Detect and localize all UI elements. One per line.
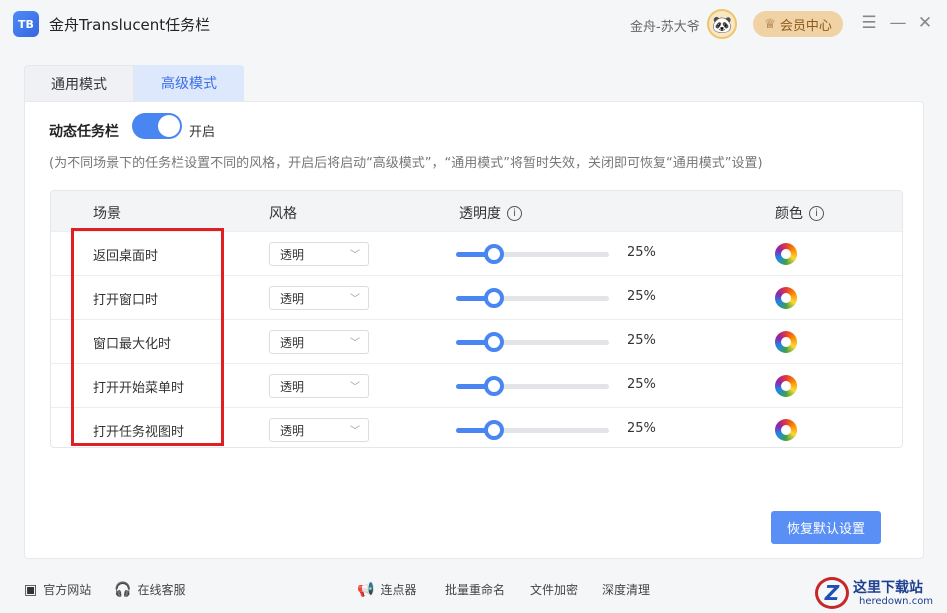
official-site-label: 官方网站 — [43, 583, 92, 597]
style-select[interactable]: 透明 ﹀ — [269, 330, 369, 354]
headset-icon: 🎧 — [114, 581, 132, 598]
online-service-link[interactable]: 🎧 在线客服 — [114, 581, 185, 598]
batch-rename-link[interactable]: 批量重命名 — [445, 581, 505, 598]
color-wheel-icon[interactable] — [775, 419, 797, 441]
clicker-label: 连点器 — [380, 583, 417, 597]
chevron-down-icon: ﹀ — [350, 338, 360, 349]
header-opacity: 透明度 i — [459, 203, 522, 223]
scene-highlight-box — [71, 228, 224, 446]
close-icon[interactable]: ✕ — [915, 13, 935, 33]
color-wheel-icon[interactable] — [775, 331, 797, 353]
opacity-value: 25% — [627, 333, 656, 348]
opacity-value: 25% — [627, 421, 656, 436]
toggle-knob — [158, 115, 180, 137]
style-select[interactable]: 透明 ﹀ — [269, 374, 369, 398]
tab-advanced-mode[interactable]: 高级模式 — [134, 65, 244, 101]
file-encrypt-link[interactable]: 文件加密 — [530, 581, 578, 598]
clicker-link[interactable]: 📢 连点器 — [357, 581, 416, 598]
dynamic-taskbar-label: 动态任务栏 — [49, 124, 119, 140]
opacity-slider[interactable] — [456, 296, 609, 301]
tab-normal-mode[interactable]: 通用模式 — [24, 65, 134, 101]
chevron-down-icon: ﹀ — [350, 294, 360, 305]
reset-default-button[interactable]: 恢复默认设置 — [771, 511, 881, 544]
toggle-state-label: 开启 — [189, 125, 216, 140]
app-title: 金舟Translucent任务栏 — [49, 16, 211, 34]
deep-clean-link[interactable]: 深度清理 — [602, 581, 650, 598]
color-wheel-icon[interactable] — [775, 243, 797, 265]
color-wheel-icon[interactable] — [775, 287, 797, 309]
opacity-value: 25% — [627, 377, 656, 392]
watermark-logo-icon: Z — [815, 577, 849, 609]
opacity-slider[interactable] — [456, 384, 609, 389]
table-header: 场景 风格 透明度 i 颜色 i — [51, 191, 902, 231]
info-icon[interactable]: i — [809, 205, 824, 221]
batch-rename-label: 批量重命名 — [445, 583, 506, 597]
watermark-text: 这里下载站 — [853, 580, 923, 596]
vip-center-button[interactable]: ♕ 会员中心 — [753, 11, 843, 37]
deep-clean-label: 深度清理 — [602, 583, 651, 597]
info-icon[interactable]: i — [507, 205, 522, 221]
mode-hint-text: (为不同场景下的任务栏设置不同的风格，开启后将启动“高级模式”，“通用模式”将暂… — [49, 156, 763, 171]
slider-thumb[interactable] — [484, 376, 505, 396]
monitor-icon: ▣ — [24, 581, 38, 598]
official-site-link[interactable]: ▣ 官方网站 — [24, 581, 91, 598]
opacity-slider[interactable] — [456, 340, 609, 345]
style-select[interactable]: 透明 ﹀ — [269, 286, 369, 310]
avatar[interactable]: 🐼 — [707, 9, 737, 39]
opacity-value: 25% — [627, 245, 656, 260]
menu-icon[interactable]: ☰ — [859, 13, 879, 33]
header-style: 风格 — [269, 206, 297, 222]
opacity-value: 25% — [627, 289, 656, 304]
watermark-subtext: heredown.com — [859, 596, 934, 607]
slider-thumb[interactable] — [484, 288, 505, 308]
opacity-slider[interactable] — [456, 428, 609, 433]
crown-icon: ♕ — [764, 16, 776, 32]
title-bar: TB 金舟Translucent任务栏 金舟-苏大爷 🐼 ♕ 会员中心 ☰ — … — [0, 0, 947, 48]
user-name[interactable]: 金舟-苏大爷 — [630, 16, 700, 35]
opacity-slider[interactable] — [456, 252, 609, 257]
style-select[interactable]: 透明 ﹀ — [269, 418, 369, 442]
color-wheel-icon[interactable] — [775, 375, 797, 397]
slider-thumb[interactable] — [484, 332, 505, 352]
chevron-down-icon: ﹀ — [350, 382, 360, 393]
minimize-icon[interactable]: — — [888, 13, 908, 33]
vip-center-label: 会员中心 — [779, 18, 832, 34]
header-color: 颜色 i — [775, 203, 824, 223]
file-encrypt-label: 文件加密 — [530, 583, 579, 597]
dynamic-taskbar-toggle[interactable] — [132, 113, 182, 139]
chevron-down-icon: ﹀ — [350, 250, 360, 261]
online-service-label: 在线客服 — [137, 583, 186, 597]
header-scene: 场景 — [93, 206, 121, 222]
app-logo-icon: TB — [13, 11, 39, 37]
megaphone-icon: 📢 — [357, 581, 375, 598]
watermark: Z 这里下载站 heredown.com — [815, 575, 945, 611]
chevron-down-icon: ﹀ — [350, 426, 360, 437]
slider-thumb[interactable] — [484, 420, 505, 440]
slider-thumb[interactable] — [484, 244, 505, 264]
style-select[interactable]: 透明 ﹀ — [269, 242, 369, 266]
